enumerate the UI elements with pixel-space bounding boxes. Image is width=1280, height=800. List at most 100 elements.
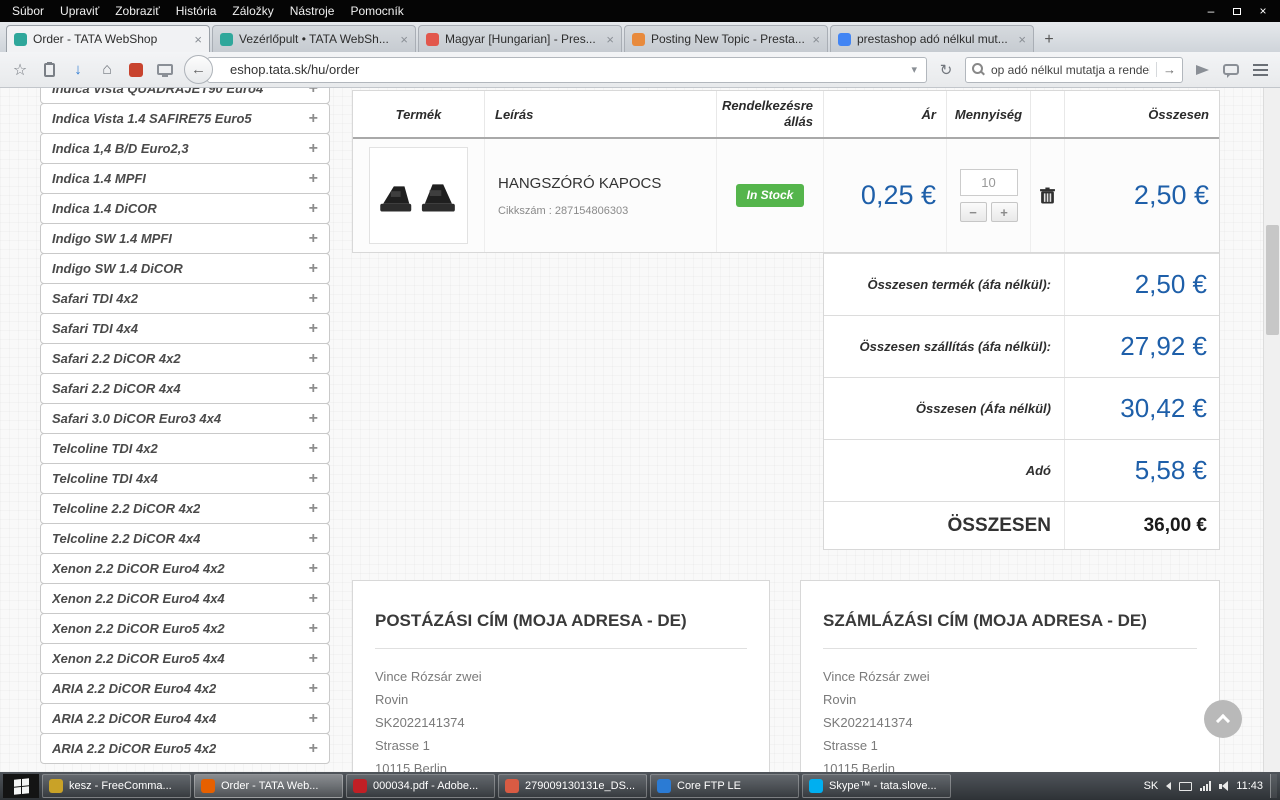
sidebar-category-item[interactable]: Indica Vista QUADRAJET90 Euro4 + <box>40 88 330 104</box>
volume-icon[interactable] <box>1219 781 1229 791</box>
browser-tab[interactable]: prestashop adó nélkul mut... × <box>830 25 1034 52</box>
addon-icon[interactable] <box>126 58 146 82</box>
sidebar-category-item[interactable]: Telcoline 2.2 DiCOR 4x4 + <box>40 523 330 554</box>
menu-item[interactable]: Pomocník <box>342 2 411 20</box>
sidebar-category-item[interactable]: Indica 1.4 MPFI + <box>40 163 330 194</box>
sidebar-category-item[interactable]: ARIA 2.2 DiCOR Euro4 4x4 + <box>40 703 330 734</box>
sidebar-category-item[interactable]: Telcoline TDI 4x4 + <box>40 463 330 494</box>
hidden-icons-chevron-icon[interactable] <box>1166 782 1172 790</box>
sidebar-category-item[interactable]: Xenon 2.2 DiCOR Euro5 4x2 + <box>40 613 330 644</box>
screenshot-icon[interactable] <box>155 58 175 82</box>
tab-close-icon[interactable]: × <box>812 33 820 46</box>
menu-item[interactable]: Nástroje <box>282 2 343 20</box>
sidebar-category-item[interactable]: Telcoline TDI 4x2 + <box>40 433 330 464</box>
menu-item[interactable]: Zobraziť <box>107 2 168 20</box>
expand-plus-icon[interactable]: + <box>309 440 318 458</box>
expand-plus-icon[interactable]: + <box>309 530 318 548</box>
menu-item[interactable]: Upraviť <box>52 2 107 20</box>
browser-tab[interactable]: Order - TATA WebShop × <box>6 25 210 52</box>
new-tab-button[interactable]: + <box>1036 28 1062 52</box>
quantity-input[interactable]: 10 <box>959 169 1018 196</box>
close-button[interactable]: × <box>1250 2 1276 20</box>
sidebar-category-item[interactable]: Safari 3.0 DiCOR Euro3 4x4 + <box>40 403 330 434</box>
browser-tab[interactable]: Magyar [Hungarian] - Pres... × <box>418 25 622 52</box>
hamburger-menu-icon[interactable] <box>1250 58 1270 82</box>
start-button[interactable] <box>3 774 39 798</box>
expand-plus-icon[interactable]: + <box>309 620 318 638</box>
sidebar-category-item[interactable]: Telcoline 2.2 DiCOR 4x2 + <box>40 493 330 524</box>
sidebar-category-item[interactable]: Indica Vista 1.4 SAFIRE75 Euro5 + <box>40 103 330 134</box>
expand-plus-icon[interactable]: + <box>309 410 318 428</box>
expand-plus-icon[interactable]: + <box>309 380 318 398</box>
scrollbar-thumb[interactable] <box>1266 225 1279 335</box>
clock[interactable]: 11:43 <box>1236 780 1263 792</box>
taskbar-app-button[interactable]: 000034.pdf - Adobe... <box>346 774 495 798</box>
show-desktop-button[interactable] <box>1270 774 1277 798</box>
downloads-icon[interactable]: ↓ <box>68 58 88 82</box>
scroll-to-top-button[interactable] <box>1204 700 1242 738</box>
expand-plus-icon[interactable]: + <box>309 680 318 698</box>
clipboard-icon[interactable] <box>39 58 59 82</box>
menu-item[interactable]: Záložky <box>224 2 281 20</box>
search-input[interactable]: op adó nélkul mutatja a rendelést <box>991 63 1150 77</box>
vertical-scrollbar[interactable] <box>1263 88 1280 772</box>
sidebar-category-item[interactable]: Xenon 2.2 DiCOR Euro5 4x4 + <box>40 643 330 674</box>
sidebar-category-item[interactable]: Safari 2.2 DiCOR 4x4 + <box>40 373 330 404</box>
taskbar-app-button[interactable]: 279009130131e_DS... <box>498 774 647 798</box>
taskbar-app-button[interactable]: Skype™ - tata.slove... <box>802 774 951 798</box>
expand-plus-icon[interactable]: + <box>309 560 318 578</box>
expand-plus-icon[interactable]: + <box>309 88 318 98</box>
expand-plus-icon[interactable]: + <box>309 290 318 308</box>
expand-plus-icon[interactable]: + <box>309 170 318 188</box>
expand-plus-icon[interactable]: + <box>309 230 318 248</box>
sidebar-category-item[interactable]: Indigo SW 1.4 DiCOR + <box>40 253 330 284</box>
expand-plus-icon[interactable]: + <box>309 710 318 728</box>
taskbar-app-button[interactable]: Order - TATA Web... <box>194 774 343 798</box>
sidebar-category-item[interactable]: Safari TDI 4x4 + <box>40 313 330 344</box>
sidebar-category-item[interactable]: Xenon 2.2 DiCOR Euro4 4x2 + <box>40 553 330 584</box>
search-bar[interactable]: op adó nélkul mutatja a rendelést → <box>965 56 1183 83</box>
restore-button[interactable] <box>1224 2 1250 20</box>
tab-close-icon[interactable]: × <box>1018 33 1026 46</box>
url-dropdown-icon[interactable]: ▾ <box>908 63 920 76</box>
sidebar-category-item[interactable]: ARIA 2.2 DiCOR Euro5 4x2 + <box>40 733 330 764</box>
tab-close-icon[interactable]: × <box>400 33 408 46</box>
expand-plus-icon[interactable]: + <box>309 350 318 368</box>
language-indicator[interactable]: SK <box>1144 780 1159 792</box>
browser-tab[interactable]: Vezérlőpult • TATA WebSh... × <box>212 25 416 52</box>
bookmark-star-icon[interactable]: ☆ <box>10 58 30 82</box>
trash-icon[interactable] <box>1040 187 1055 204</box>
search-go-icon[interactable]: → <box>1156 62 1176 77</box>
url-text[interactable]: eshop.tata.sk/hu/order <box>230 62 908 77</box>
menu-item[interactable]: História <box>168 2 225 20</box>
sidebar-category-item[interactable]: Indica 1.4 DiCOR + <box>40 193 330 224</box>
quantity-increase-button[interactable]: + <box>990 202 1018 222</box>
browser-tab[interactable]: Posting New Topic - Presta... × <box>624 25 828 52</box>
expand-plus-icon[interactable]: + <box>309 500 318 518</box>
expand-plus-icon[interactable]: + <box>309 470 318 488</box>
send-tab-icon[interactable] <box>1192 58 1212 82</box>
sidebar-category-item[interactable]: Safari 2.2 DiCOR 4x2 + <box>40 343 330 374</box>
keyboard-icon[interactable] <box>1179 781 1193 791</box>
quantity-decrease-button[interactable]: − <box>959 202 987 222</box>
tab-close-icon[interactable]: × <box>606 33 614 46</box>
network-icon[interactable] <box>1200 781 1212 791</box>
sidebar-category-item[interactable]: Safari TDI 4x2 + <box>40 283 330 314</box>
taskbar-app-button[interactable]: Core FTP LE <box>650 774 799 798</box>
home-icon[interactable]: ⌂ <box>97 58 117 82</box>
product-name[interactable]: HANGSZÓRÓ KAPOCS <box>498 175 661 192</box>
sidebar-category-item[interactable]: Indigo SW 1.4 MPFI + <box>40 223 330 254</box>
expand-plus-icon[interactable]: + <box>309 200 318 218</box>
taskbar-app-button[interactable]: kesz - FreeComma... <box>42 774 191 798</box>
expand-plus-icon[interactable]: + <box>309 650 318 668</box>
reload-icon[interactable]: ↻ <box>936 58 956 82</box>
product-image[interactable] <box>369 147 468 244</box>
expand-plus-icon[interactable]: + <box>309 740 318 758</box>
sidebar-category-item[interactable]: Xenon 2.2 DiCOR Euro4 4x4 + <box>40 583 330 614</box>
expand-plus-icon[interactable]: + <box>309 110 318 128</box>
back-button[interactable]: ← <box>184 55 213 84</box>
expand-plus-icon[interactable]: + <box>309 320 318 338</box>
sidebar-category-item[interactable]: ARIA 2.2 DiCOR Euro4 4x2 + <box>40 673 330 704</box>
url-bar[interactable]: eshop.tata.sk/hu/order ▾ <box>207 56 927 83</box>
tab-close-icon[interactable]: × <box>194 33 202 46</box>
